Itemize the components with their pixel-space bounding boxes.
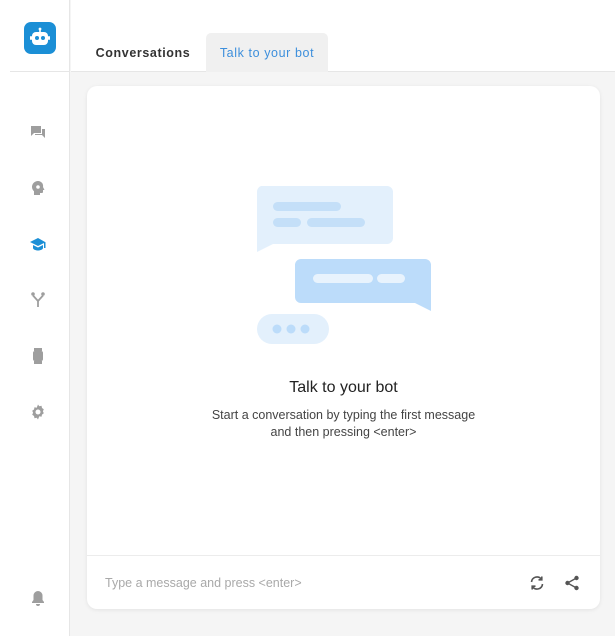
nav-gear-icon[interactable] (26, 400, 50, 424)
top-tab-bar: Conversations Talk to your bot (71, 0, 615, 72)
empty-state-title: Talk to your bot (289, 379, 398, 396)
chat-panel: Talk to your bot Start a conversation by… (87, 86, 600, 609)
nav-conversations-icon[interactable] (26, 120, 50, 144)
logo-area (10, 10, 69, 72)
nav-watch-icon[interactable] (26, 344, 50, 368)
empty-state-line-1: Start a conversation by typing the first… (211, 408, 476, 422)
nav-brain-icon[interactable] (26, 176, 50, 200)
bell-icon[interactable] (26, 586, 50, 610)
message-input[interactable] (105, 572, 505, 594)
tab-talk-to-your-bot[interactable]: Talk to your bot (206, 33, 328, 72)
nav-graduation-cap-icon[interactable] (26, 232, 50, 256)
empty-state-line-2: and then pressing <enter> (270, 425, 417, 439)
robot-icon[interactable] (23, 22, 56, 54)
chat-bubbles-illustration (256, 186, 431, 344)
restart-icon[interactable] (527, 573, 547, 593)
nav-branch-icon[interactable] (26, 288, 50, 312)
share-icon[interactable] (562, 573, 582, 593)
tab-conversations[interactable]: Conversations (91, 33, 195, 72)
sidebar (0, 0, 70, 636)
empty-state-description: Start a conversation by typing the first… (87, 407, 600, 441)
message-composer (87, 555, 600, 609)
